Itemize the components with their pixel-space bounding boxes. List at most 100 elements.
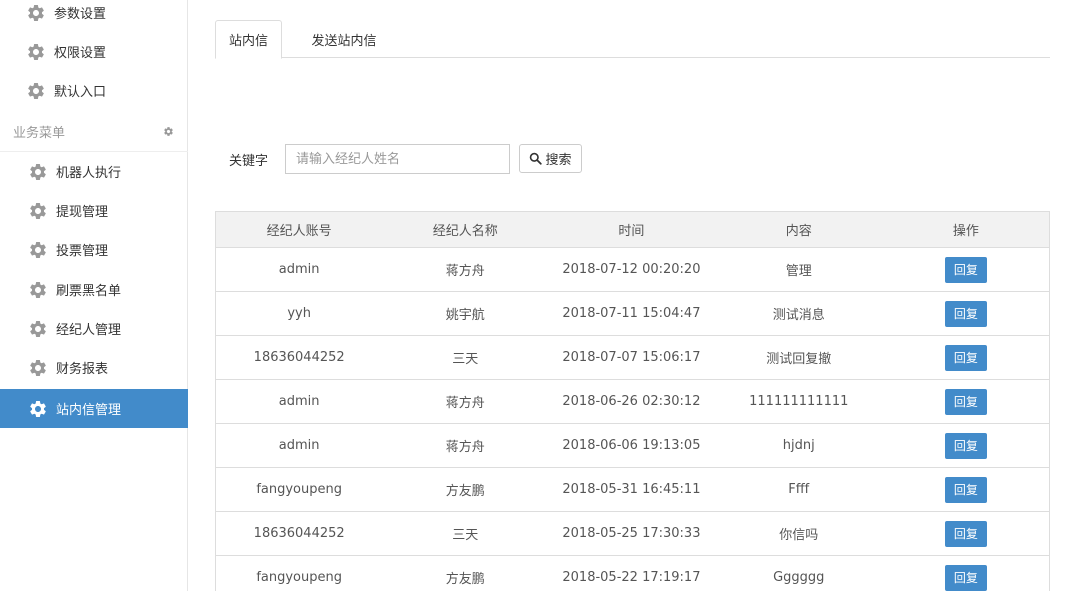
cell-name: 蒋方舟 xyxy=(382,379,549,424)
messages-table: 经纪人账号 经纪人名称 时间 内容 操作 admin 蒋方舟 2018-07-1… xyxy=(215,211,1050,591)
table-row: 18636044252 三天 2018-07-07 15:06:17 测试回复撤… xyxy=(215,335,1050,380)
cell-name: 三天 xyxy=(382,511,549,556)
cell-content: Gggggg xyxy=(714,555,883,591)
column-header-time: 时间 xyxy=(548,211,715,248)
cell-time: 2018-05-25 17:30:33 xyxy=(548,511,715,556)
sidebar-item-blacklist[interactable]: 刷票黑名单 xyxy=(0,270,188,309)
tab-messages[interactable]: 站内信 xyxy=(215,20,282,59)
gear-icon xyxy=(26,3,46,23)
sidebar-item-label: 财务报表 xyxy=(56,362,109,377)
cell-action: 回复 xyxy=(882,291,1050,336)
table-row: admin 蒋方舟 2018-07-12 00:20:20 管理 回复 xyxy=(215,247,1050,292)
gear-icon xyxy=(28,240,48,260)
sidebar-item-label: 默认入口 xyxy=(54,85,107,100)
sidebar-item-messages[interactable]: 站内信管理 xyxy=(0,389,188,428)
search-icon xyxy=(530,152,543,165)
sidebar-item-finance[interactable]: 财务报表 xyxy=(0,348,188,387)
table-row: fangyoupeng 方友鹏 2018-05-31 16:45:11 Ffff… xyxy=(215,467,1050,512)
reply-button[interactable]: 回复 xyxy=(944,432,987,459)
sidebar-item-label: 参数设置 xyxy=(54,7,107,22)
sidebar: 参数设置 权限设置 默认入口 业务菜单 机器人执行 提现管理 投票管理 刷票黑名… xyxy=(0,0,188,591)
sidebar-item-robot[interactable]: 机器人执行 xyxy=(0,152,188,191)
cell-account: admin xyxy=(215,423,383,468)
cell-content: 测试回复撤 xyxy=(714,335,883,380)
table-row: admin 蒋方舟 2018-06-06 19:13:05 hjdnj 回复 xyxy=(215,423,1050,468)
cell-content: hjdnj xyxy=(714,423,883,468)
gear-icon xyxy=(28,162,48,182)
sidebar-item-label: 刷票黑名单 xyxy=(56,284,122,299)
cell-account: 18636044252 xyxy=(215,335,383,380)
reply-button[interactable]: 回复 xyxy=(944,476,987,503)
search-label: 关键字 xyxy=(229,154,269,169)
reply-button[interactable]: 回复 xyxy=(944,520,987,547)
gear-icon xyxy=(28,280,48,300)
column-header-action: 操作 xyxy=(882,211,1050,248)
table-header-row: 经纪人账号 经纪人名称 时间 内容 操作 xyxy=(215,211,1050,248)
cell-name: 方友鹏 xyxy=(382,555,549,591)
cell-action: 回复 xyxy=(882,555,1050,591)
gear-icon xyxy=(28,201,48,221)
reply-button[interactable]: 回复 xyxy=(944,388,987,415)
cell-name: 姚宇航 xyxy=(382,291,549,336)
sidebar-item-label: 站内信管理 xyxy=(56,403,122,418)
cell-time: 2018-06-06 19:13:05 xyxy=(548,423,715,468)
search-input[interactable] xyxy=(285,144,510,174)
gear-icon xyxy=(26,42,46,62)
sidebar-item-params[interactable]: 参数设置 xyxy=(0,0,188,32)
sidebar-item-permissions[interactable]: 权限设置 xyxy=(0,32,188,71)
tab-send-message[interactable]: 发送站内信 xyxy=(286,20,402,58)
cell-name: 三天 xyxy=(382,335,549,380)
cell-time: 2018-06-26 02:30:12 xyxy=(548,379,715,424)
gear-icon[interactable] xyxy=(163,126,174,137)
search-button[interactable]: 搜索 xyxy=(519,144,582,173)
cell-action: 回复 xyxy=(882,247,1050,292)
table-row: 18636044252 三天 2018-05-25 17:30:33 你信吗 回… xyxy=(215,511,1050,556)
cell-account: admin xyxy=(215,247,383,292)
cell-content: 测试消息 xyxy=(714,291,883,336)
cell-time: 2018-05-22 17:19:17 xyxy=(548,555,715,591)
cell-time: 2018-07-11 15:04:47 xyxy=(548,291,715,336)
sidebar-group-title: 业务菜单 xyxy=(13,126,66,141)
sidebar-item-brokers[interactable]: 经纪人管理 xyxy=(0,309,188,348)
cell-account: admin xyxy=(215,379,383,424)
gear-icon xyxy=(28,319,48,339)
sidebar-item-withdraw[interactable]: 提现管理 xyxy=(0,191,188,230)
sidebar-item-vote[interactable]: 投票管理 xyxy=(0,230,188,269)
cell-action: 回复 xyxy=(882,511,1050,556)
gear-icon xyxy=(28,358,48,378)
search-button-label: 搜索 xyxy=(545,153,572,168)
reply-button[interactable]: 回复 xyxy=(944,344,987,371)
gear-icon xyxy=(26,81,46,101)
cell-time: 2018-07-12 00:20:20 xyxy=(548,247,715,292)
column-header-name: 经纪人名称 xyxy=(382,211,549,248)
cell-content: Ffff xyxy=(714,467,883,512)
column-header-content: 内容 xyxy=(714,211,883,248)
sidebar-item-label: 经纪人管理 xyxy=(56,323,122,338)
tab-bar: 站内信 发送站内信 xyxy=(215,20,1050,59)
reply-button[interactable]: 回复 xyxy=(944,300,987,327)
tab-label: 站内信 xyxy=(228,34,268,49)
cell-account: yyh xyxy=(215,291,383,336)
table-row: yyh 姚宇航 2018-07-11 15:04:47 测试消息 回复 xyxy=(215,291,1050,336)
sidebar-item-default-entry[interactable]: 默认入口 xyxy=(0,71,188,110)
reply-button[interactable]: 回复 xyxy=(944,256,987,283)
reply-button[interactable]: 回复 xyxy=(944,564,987,591)
cell-content: 管理 xyxy=(714,247,883,292)
cell-action: 回复 xyxy=(882,379,1050,424)
cell-account: fangyoupeng xyxy=(215,555,383,591)
sidebar-item-label: 提现管理 xyxy=(56,205,109,220)
sidebar-group-business[interactable]: 业务菜单 xyxy=(0,112,188,152)
cell-action: 回复 xyxy=(882,335,1050,380)
cell-name: 方友鹏 xyxy=(382,467,549,512)
tab-label: 发送站内信 xyxy=(311,33,377,49)
sidebar-item-label: 机器人执行 xyxy=(56,166,122,181)
gear-icon xyxy=(28,399,48,419)
sidebar-item-label: 权限设置 xyxy=(54,46,107,61)
cell-action: 回复 xyxy=(882,423,1050,468)
sidebar-item-label: 投票管理 xyxy=(56,244,109,259)
cell-name: 蒋方舟 xyxy=(382,247,549,292)
cell-name: 蒋方舟 xyxy=(382,423,549,468)
table-row: fangyoupeng 方友鹏 2018-05-22 17:19:17 Gggg… xyxy=(215,555,1050,591)
cell-account: fangyoupeng xyxy=(215,467,383,512)
cell-action: 回复 xyxy=(882,467,1050,512)
